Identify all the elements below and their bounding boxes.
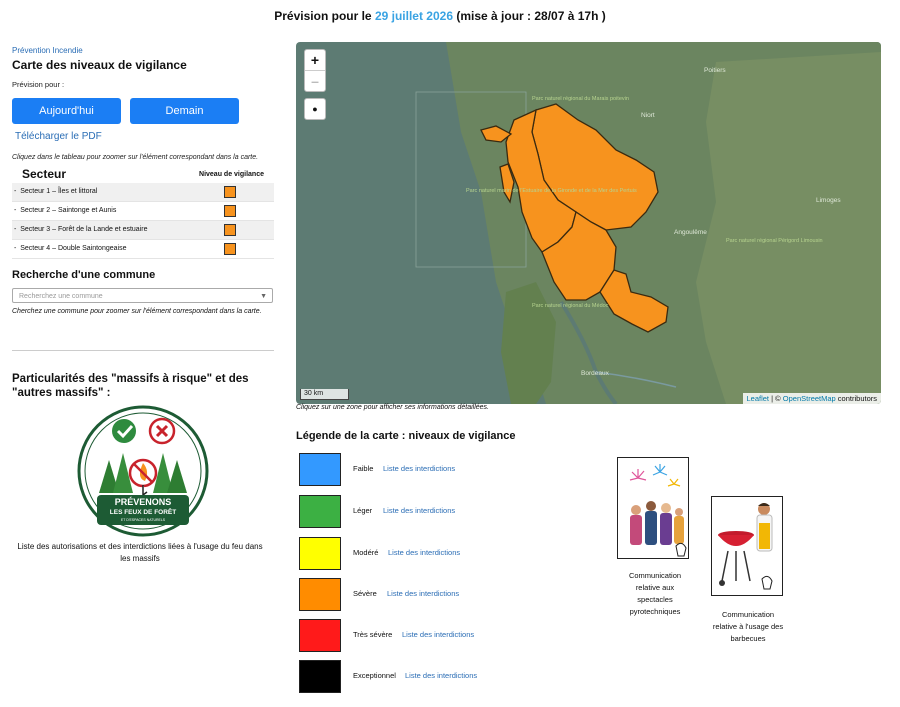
table-row[interactable]: - Secteur 2 – Saintonge et Aunis [12, 202, 274, 221]
layers-icon[interactable]: ● [304, 98, 326, 120]
level-name: Très sévère [353, 630, 393, 639]
title-prefix: Prévision pour le [274, 9, 375, 23]
commune-search-input[interactable]: Recherchez une commune ▼ [12, 288, 273, 303]
level-swatch [224, 243, 236, 255]
level-swatch [299, 453, 341, 486]
map-canvas[interactable]: Niort Poitiers Angoulême Limoges Bordeau… [296, 42, 881, 404]
park-label: Parc naturel marin de l'Estuaire de la G… [466, 188, 637, 194]
sector-table-header: Secteur Niveau de vigilance [12, 166, 274, 183]
interdictions-link[interactable]: Liste des interdictions [383, 506, 455, 515]
interdictions-link[interactable]: Liste des interdictions [383, 464, 455, 473]
legend-item-leger: Léger Liste des interdictions [299, 495, 599, 531]
table-hint: Cliquez dans le tableau pour zoomer sur … [12, 154, 259, 161]
page-title: Prévision pour le 29 juillet 2026 (mise … [0, 9, 880, 23]
table-row[interactable]: - Secteur 4 – Double Saintongeaise [12, 240, 274, 259]
legend-item-modere: Modéré Liste des interdictions [299, 537, 599, 573]
level-name: Modéré [353, 548, 379, 557]
level-swatch [224, 205, 236, 217]
chevron-down-icon[interactable]: ▼ [260, 289, 267, 304]
tomorrow-button[interactable]: Demain [130, 98, 239, 124]
level-swatch [299, 660, 341, 693]
level-swatch [224, 186, 236, 198]
table-row[interactable]: - Secteur 3 – Forêt de la Lande et estua… [12, 221, 274, 240]
interdictions-link[interactable]: Liste des interdictions [388, 548, 460, 557]
place-label: Angoulême [674, 229, 707, 236]
osm-link[interactable]: OpenStreetMap [783, 394, 836, 403]
fireworks-illustration[interactable] [617, 457, 689, 559]
divider [12, 350, 274, 351]
zoom-control: + – [304, 49, 326, 92]
search-placeholder: Recherchez une commune [19, 293, 103, 300]
interdictions-link[interactable]: Liste des interdictions [405, 671, 477, 680]
sector-table: Secteur Niveau de vigilance - Secteur 1 … [12, 166, 274, 259]
sector-column-header: Secteur [22, 167, 67, 181]
download-pdf-link[interactable]: Télécharger le PDF [15, 131, 102, 142]
breadcrumb[interactable]: Prévention Incendie [12, 46, 274, 55]
sector-label: Secteur 3 – Forêt de la Lande et estuair… [20, 226, 148, 233]
map-scale: 30 km [300, 389, 349, 400]
level-name: Faible [353, 464, 374, 473]
badge-line3: ET D'ESPACES NATURELS [121, 518, 166, 522]
level-name: Léger [353, 506, 373, 515]
forecast-date: 29 juillet 2026 [374, 9, 453, 23]
bbq-caption[interactable]: Communication relative à l'usage des bar… [712, 609, 784, 645]
park-label: Parc naturel régional du Marais poitevin [532, 96, 629, 102]
park-label: Parc naturel régional Périgord Limousin [726, 238, 823, 244]
badge-line1: PRÉVENONS [115, 497, 172, 507]
pyro-caption[interactable]: Communication relative aux spectacles py… [620, 570, 690, 618]
update-info: (mise à jour : 28/07 à 17h ) [453, 9, 606, 23]
table-row[interactable]: - Secteur 1 – Îles et littoral [12, 183, 274, 202]
map-attribution: Leaflet | © OpenStreetMap contributors [742, 393, 881, 404]
massif-title: Particularités des "massifs à risque" et… [12, 373, 249, 399]
zoom-out-button[interactable]: – [305, 70, 325, 91]
level-swatch [299, 537, 341, 570]
level-name: Sévère [353, 589, 377, 598]
prevenons-feux-logo[interactable]: PRÉVENONS LES FEUX DE FORÊT ET D'ESPACES… [77, 405, 209, 537]
vigilance-map[interactable]: Niort Poitiers Angoulême Limoges Bordeau… [296, 42, 881, 404]
sector-label: Secteur 2 – Saintonge et Aunis [20, 207, 117, 214]
left-panel: Prévention Incendie Carte des niveaux de… [12, 46, 274, 563]
badge-line2: LES FEUX DE FORÊT [110, 507, 176, 516]
place-label: Niort [641, 112, 655, 119]
place-label: Poitiers [704, 67, 726, 74]
sector-label: Secteur 4 – Double Saintongeaise [20, 245, 127, 252]
legend-item-tres-severe: Très sévère Liste des interdictions [299, 619, 599, 655]
forecast-label: Prévision pour : [12, 80, 65, 89]
barbecue-illustration[interactable] [711, 496, 783, 596]
level-swatch [299, 578, 341, 611]
level-swatch [299, 495, 341, 528]
level-swatch [299, 619, 341, 652]
legend-title: Légende de la carte : niveaux de vigilan… [296, 430, 516, 442]
massif-description[interactable]: Liste des autorisations et des interdict… [12, 541, 268, 565]
zoom-in-button[interactable]: + [305, 50, 325, 70]
search-hint: Cherchez une commune pour zoomer sur l'é… [12, 308, 262, 315]
level-name: Exceptionnel [353, 671, 396, 680]
map-hint: Cliquez sur une zone pour afficher ses i… [296, 404, 489, 411]
place-label: Limoges [816, 197, 841, 204]
legend-item-exceptionnel: Exceptionnel Liste des interdictions [299, 660, 599, 696]
legend-item-severe: Sévère Liste des interdictions [299, 578, 599, 614]
today-button[interactable]: Aujourd'hui [12, 98, 121, 124]
search-title: Recherche d'une commune [12, 269, 156, 281]
level-column-header: Niveau de vigilance [199, 171, 264, 178]
leaflet-link[interactable]: Leaflet [747, 394, 770, 403]
interdictions-link[interactable]: Liste des interdictions [402, 630, 474, 639]
level-swatch [224, 224, 236, 236]
interdictions-link[interactable]: Liste des interdictions [387, 589, 459, 598]
place-label: Bordeaux [581, 370, 610, 377]
legend-item-faible: Faible Liste des interdictions [299, 453, 599, 489]
land-east [696, 52, 881, 404]
panel-title: Carte des niveaux de vigilance [12, 58, 187, 72]
park-label: Parc naturel régional du Médoc [532, 303, 609, 309]
sector-label: Secteur 1 – Îles et littoral [20, 188, 98, 195]
